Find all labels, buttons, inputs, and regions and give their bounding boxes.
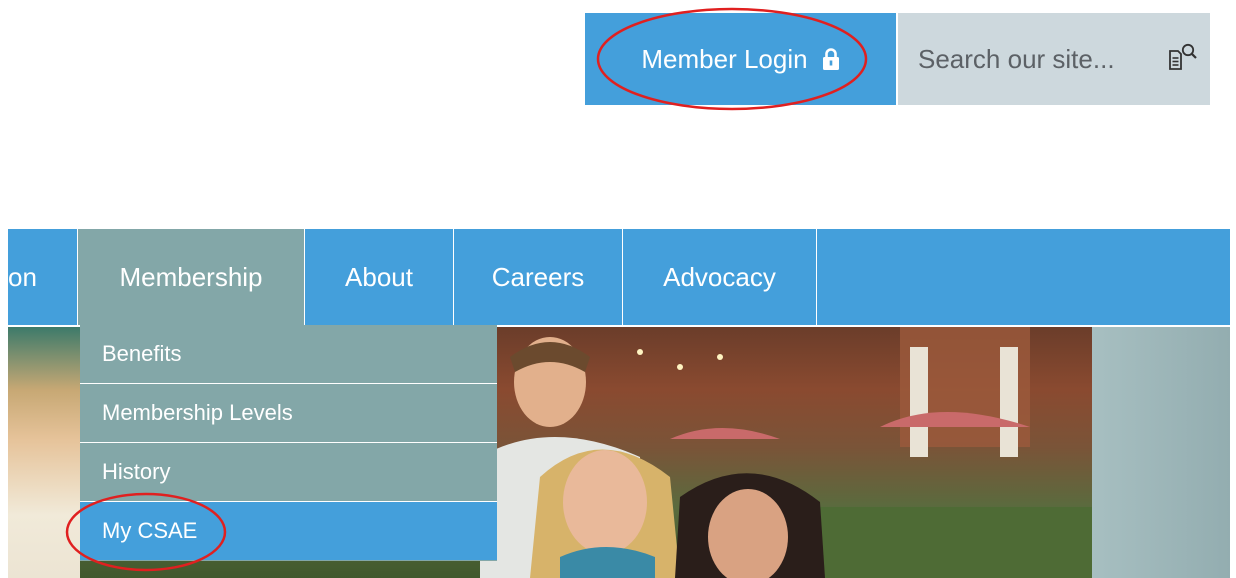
nav-item-partial[interactable]: on — [8, 229, 78, 325]
lock-icon — [822, 47, 840, 71]
dropdown-item-membership-levels[interactable]: Membership Levels — [80, 384, 497, 443]
nav-item-membership[interactable]: Membership — [78, 229, 305, 325]
nav-item-label: Careers — [491, 261, 585, 292]
search-input[interactable] — [918, 39, 1148, 79]
dropdown-item-history[interactable]: History — [80, 443, 497, 502]
nav-item-label: Advocacy — [663, 261, 776, 292]
dropdown-item-my-csae[interactable]: My CSAE — [80, 502, 497, 560]
member-login-button[interactable]: Member Login — [585, 13, 896, 105]
nav-item-label: Membership — [119, 261, 263, 292]
dropdown-item-label: My CSAE — [102, 518, 198, 543]
dropdown-item-benefits[interactable]: Benefits — [80, 325, 497, 384]
nav-item-careers[interactable]: Careers — [454, 229, 623, 325]
dropdown-item-label: Membership Levels — [102, 400, 293, 425]
hero-photo-right — [1092, 327, 1230, 578]
nav-item-label: on — [8, 261, 37, 292]
dropdown-item-label: Benefits — [102, 341, 182, 366]
search-box — [898, 13, 1210, 105]
membership-dropdown: Benefits Membership Levels History My CS… — [80, 325, 497, 561]
nav-item-about[interactable]: About — [305, 229, 454, 325]
main-nav: on Membership About Careers Advocacy — [8, 229, 1230, 325]
search-icon[interactable] — [1166, 41, 1200, 80]
nav-item-label: About — [345, 261, 413, 292]
member-login-label: Member Login — [641, 43, 808, 74]
dropdown-item-label: History — [102, 459, 171, 484]
nav-item-advocacy[interactable]: Advocacy — [623, 229, 817, 325]
hero-photo-left — [8, 327, 80, 578]
